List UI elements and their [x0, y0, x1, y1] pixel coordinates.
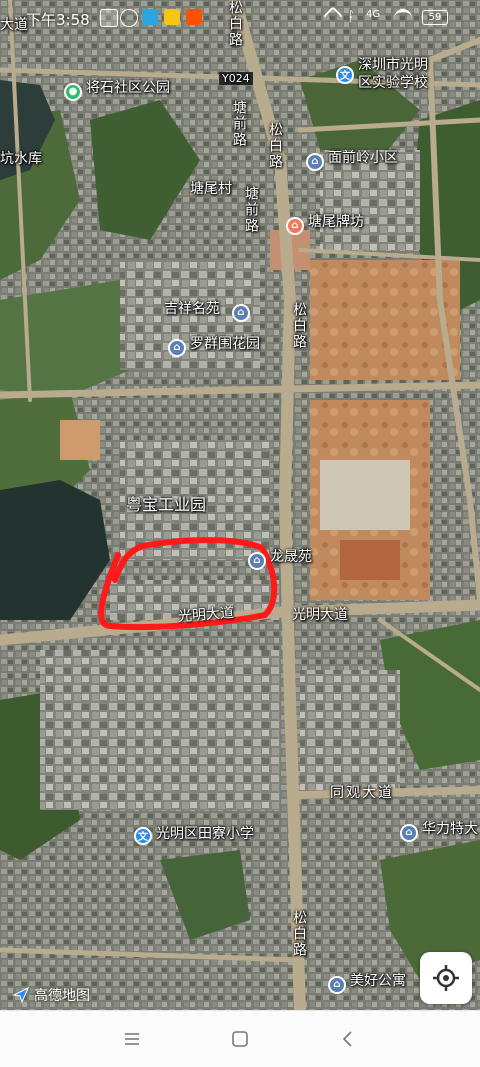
guangming-avenue-label-2: 光明大道 [292, 607, 348, 623]
residential-icon: ⌂ [168, 338, 186, 357]
poi-tianliao-school[interactable]: 文 [134, 825, 152, 845]
songbai-road-label: 松白路 [227, 0, 243, 48]
longsheng-label: 龙晟苑 [270, 549, 312, 565]
residential-icon: ⌂ [306, 152, 324, 171]
menu-button[interactable] [118, 1025, 146, 1053]
signal-icon: 4G [366, 9, 381, 20]
wifi-icon [394, 9, 412, 28]
app-icon [164, 9, 180, 25]
poi-mianqianling[interactable]: ⌂ [306, 149, 324, 171]
home-button[interactable] [226, 1025, 254, 1053]
poi-shenzhen-school[interactable]: 文 [336, 64, 354, 84]
jixiang-label: 吉祥名苑 [164, 301, 220, 317]
back-button[interactable] [334, 1025, 362, 1053]
school-label-line2: 区实验学校 [358, 75, 428, 91]
meihao-label: 美好公寓 [350, 973, 406, 989]
bluetooth-icon: ᛛ [347, 9, 356, 25]
yuebao-label: 粤宝工业园 [126, 495, 207, 514]
mianqianling-label: 面前岭小区 [328, 150, 398, 166]
amap-logo-text: 高德地图 [34, 988, 90, 1004]
wechat-icon [100, 9, 118, 27]
residential-icon: ⌂ [248, 551, 266, 570]
poi-jiangshi-park[interactable]: ● [64, 79, 82, 101]
tongguan-label: 同观大道 [330, 785, 394, 801]
poi-huali[interactable]: ⌂ [400, 820, 418, 842]
locate-icon [433, 965, 459, 991]
road-code-label: Y024 [219, 72, 253, 85]
tangqian-road-label: 塘前路 [231, 100, 247, 148]
tianliao-label: 光明区田寮小学 [156, 826, 254, 842]
poi-luoqun[interactable]: ⌂ [168, 335, 186, 357]
back-icon [342, 1031, 352, 1047]
tangwei-village-label: 塘尾村 [190, 181, 232, 197]
poi-tangwei-arch[interactable]: ⌂ [286, 213, 304, 235]
status-time: 下午3:58 [26, 11, 90, 29]
school-icon: 文 [336, 65, 354, 84]
guangming-avenue-label-1: 光明大道 [177, 605, 235, 625]
taobao-icon [186, 9, 202, 25]
map-view[interactable]: 下午3:58 ᛛ 4G 59 大道 坑水库 ● 将石社区公园 Y024 文 深圳… [0, 0, 480, 1010]
landmark-icon: ⌂ [286, 216, 304, 235]
residential-icon: ⌂ [232, 303, 250, 322]
battery-icon: 59 [422, 10, 448, 25]
huali-label: 华力特大 [422, 821, 478, 837]
telegram-icon [142, 9, 158, 25]
songbai-road-label-3: 松白路 [291, 302, 307, 350]
road-label: 大道 [0, 17, 28, 33]
menu-icon [125, 1033, 139, 1045]
songbai-road-label-4: 松白路 [291, 910, 307, 958]
amap-logo-icon [12, 986, 29, 1004]
reservoir-label: 坑水库 [0, 151, 42, 167]
poi-jixiang[interactable]: ⌂ [232, 300, 250, 322]
residential-icon: ⌂ [328, 975, 346, 994]
songbai-road-label-2: 松白路 [267, 122, 283, 170]
jiangshi-park-label: 将石社区公园 [86, 80, 170, 96]
home-icon [232, 1031, 248, 1047]
location-icon [323, 6, 343, 26]
tangwei-arch-label: 塘尾牌坊 [308, 214, 364, 230]
system-nav-bar [0, 1010, 480, 1067]
tangqian-road-label-2: 塘前路 [243, 186, 259, 234]
poi-meihao[interactable]: ⌂ [328, 972, 346, 994]
school-label-line1: 深圳市光明 [358, 57, 428, 73]
amap-logo: 高德地图 [12, 985, 90, 1005]
satellite-background [0, 0, 480, 1010]
locate-button[interactable] [420, 952, 472, 1004]
luoqun-label: 罗群围花园 [190, 336, 260, 352]
residential-icon: ⌂ [400, 823, 418, 842]
park-icon: ● [64, 82, 82, 101]
school-icon: 文 [134, 826, 152, 845]
qq-icon [120, 9, 138, 27]
poi-longsheng[interactable]: ⌂ [248, 548, 266, 570]
